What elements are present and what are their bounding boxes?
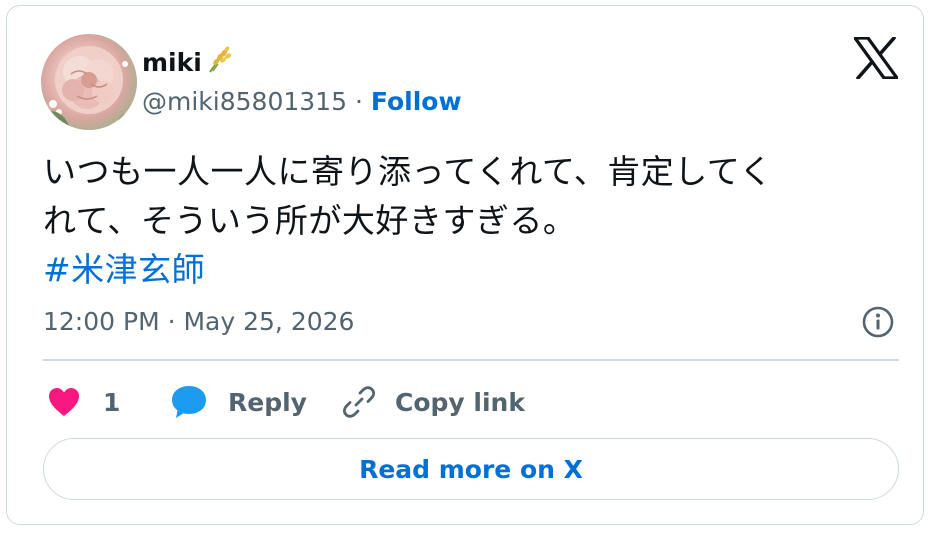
info-icon[interactable]: [861, 305, 895, 339]
divider: [43, 359, 899, 361]
author-name-text: miki: [142, 47, 202, 77]
reply-label: Reply: [228, 387, 307, 417]
tweet-text-line-1: いつも一人一人に寄り添ってくれて、肯定してく: [43, 152, 773, 191]
follow-button[interactable]: Follow: [371, 87, 462, 116]
tweet-embed-card: miki @miki85801315 · Follow いつも一人一人に寄り添っ…: [6, 5, 924, 525]
hashtag-link[interactable]: #米津玄師: [43, 245, 903, 294]
tweet-text: いつも一人一人に寄り添ってくれて、肯定してく れて、そういう所が大好きすぎる。 …: [43, 147, 903, 294]
rice-ear-icon: [204, 44, 234, 80]
read-more-button[interactable]: Read more on X: [43, 438, 899, 500]
author-name[interactable]: miki: [142, 44, 234, 80]
avatar[interactable]: [41, 34, 137, 130]
separator-dot: ·: [354, 87, 363, 116]
reply-button[interactable]: Reply: [170, 382, 307, 422]
read-more-label: Read more on X: [359, 454, 583, 484]
x-logo-icon[interactable]: [853, 36, 899, 80]
copy-link-label: Copy link: [395, 387, 525, 417]
reply-bubble-icon: [170, 384, 208, 420]
heart-icon: [47, 386, 81, 418]
author-handle[interactable]: @miki85801315: [142, 87, 347, 116]
like-count: 1: [103, 387, 121, 417]
flower-avatar-image: [41, 46, 137, 130]
tweet-timestamp[interactable]: 12:00 PM · May 25, 2026: [43, 307, 354, 336]
link-icon: [341, 384, 377, 420]
handle-row: @miki85801315 · Follow: [142, 87, 462, 116]
tweet-text-line-2: れて、そういう所が大好きすぎる。: [43, 201, 577, 240]
copy-link-button[interactable]: Copy link: [341, 382, 525, 422]
like-button[interactable]: 1: [47, 382, 120, 422]
